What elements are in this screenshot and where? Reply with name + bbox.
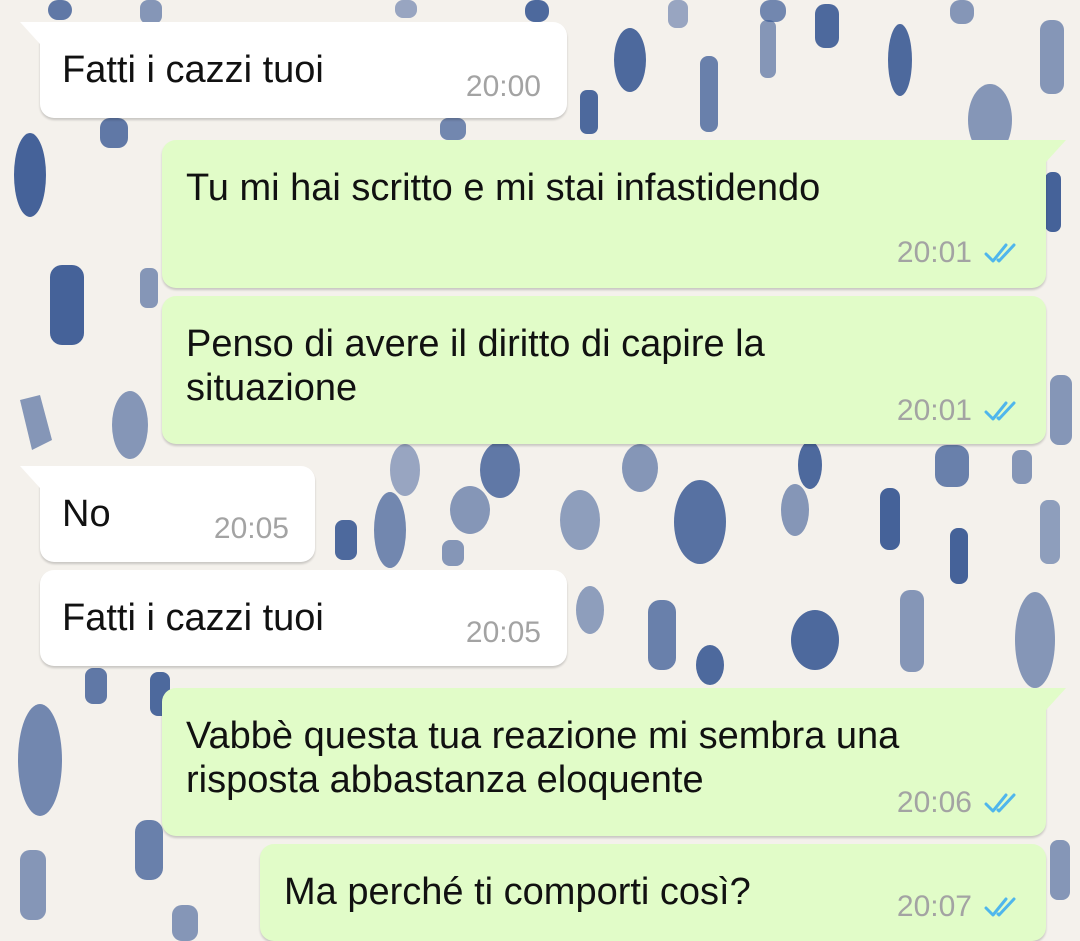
message-text: Penso di avere il diritto di capire la s… bbox=[186, 323, 765, 409]
message-text: Vabbè questa tua reazione mi sembra una … bbox=[186, 715, 900, 801]
message-meta: 20:05 bbox=[214, 512, 289, 546]
message-timestamp: 20:01 bbox=[896, 236, 972, 269]
double-check-icon bbox=[984, 401, 1016, 421]
message-timestamp: 20:06 bbox=[896, 786, 972, 819]
outgoing-message-bubble[interactable]: Tu mi hai scritto e mi stai infastidendo… bbox=[162, 140, 1066, 288]
incoming-message-bubble[interactable]: Fatti i cazzi tuoi 20:00 bbox=[20, 22, 567, 118]
message-meta: 20:00 bbox=[466, 70, 541, 104]
incoming-message-bubble[interactable]: No 20:05 bbox=[20, 466, 315, 562]
message-meta: 20:01 bbox=[897, 394, 1022, 428]
outgoing-message-bubble[interactable]: Ma perché ti comporti così? 20:07 bbox=[260, 844, 1046, 941]
incoming-message-bubble[interactable]: Fatti i cazzi tuoi 20:05 bbox=[40, 570, 567, 666]
message-text: No bbox=[62, 493, 111, 535]
message-timestamp: 20:07 bbox=[896, 890, 972, 923]
message-text: Tu mi hai scritto e mi stai infastidendo bbox=[186, 167, 821, 209]
message-text: Fatti i cazzi tuoi bbox=[62, 597, 324, 639]
message-meta: 20:01 bbox=[897, 236, 1022, 270]
outgoing-message-bubble[interactable]: Vabbè questa tua reazione mi sembra una … bbox=[162, 688, 1066, 836]
message-timestamp: 20:01 bbox=[896, 394, 972, 427]
message-text: Fatti i cazzi tuoi bbox=[62, 49, 324, 91]
message-meta: 20:07 bbox=[897, 890, 1022, 924]
double-check-icon bbox=[984, 243, 1016, 263]
chat-thread: Fatti i cazzi tuoi 20:00 Tu mi hai scrit… bbox=[0, 0, 1080, 941]
double-check-icon bbox=[984, 793, 1016, 813]
outgoing-message-bubble[interactable]: Penso di avere il diritto di capire la s… bbox=[162, 296, 1046, 444]
message-timestamp: 20:00 bbox=[465, 70, 541, 103]
message-timestamp: 20:05 bbox=[465, 616, 541, 649]
double-check-icon bbox=[984, 897, 1016, 917]
message-timestamp: 20:05 bbox=[213, 512, 289, 545]
message-meta: 20:06 bbox=[897, 786, 1022, 820]
message-text: Ma perché ti comporti così? bbox=[284, 871, 751, 913]
message-meta: 20:05 bbox=[466, 616, 541, 650]
